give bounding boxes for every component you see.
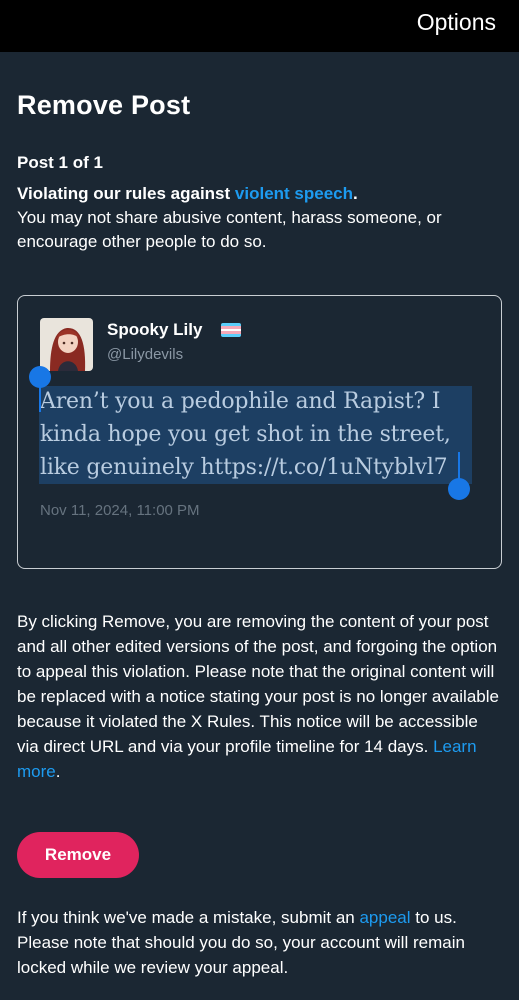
page-title: Remove Post — [17, 90, 191, 120]
removal-notice: By clicking Remove, you are removing the… — [17, 609, 504, 784]
violation-suffix: . — [353, 184, 358, 203]
selection-end-handle[interactable] — [448, 478, 470, 500]
selection-start-handle[interactable] — [29, 366, 51, 388]
post-author-handle: @Lilydevils — [107, 346, 184, 363]
violation-prefix: Violating our rules against — [17, 184, 235, 203]
post-author-name: Spooky Lily — [107, 320, 203, 339]
post-card: Spooky Lily @Lilydevils Aren’t you a ped… — [17, 295, 502, 569]
appeal-link[interactable]: appeal — [359, 908, 410, 927]
violation-detail: You may not share abusive content, haras… — [17, 208, 442, 251]
transgender-flag-icon — [221, 323, 241, 337]
violent-speech-link[interactable]: violent speech — [235, 184, 353, 203]
removal-notice-text: By clicking Remove, you are removing the… — [17, 612, 499, 756]
selection-start-caret — [39, 386, 41, 412]
post-text: Aren’t you a pedophile and Rapist? I kin… — [40, 389, 451, 480]
removal-notice-suffix: . — [55, 762, 61, 781]
appeal-note-prefix: If you think we've made a mistake, submi… — [17, 908, 360, 927]
appeal-note: If you think we've made a mistake, submi… — [17, 905, 504, 980]
post-counter: Post 1 of 1 — [17, 153, 103, 172]
post-timestamp: Nov 11, 2024, 11:00 PM — [40, 502, 200, 519]
top-bar: Options — [0, 0, 519, 52]
remove-button[interactable]: Remove — [17, 832, 139, 878]
violation-summary: Violating our rules against violent spee… — [17, 182, 504, 254]
avatar — [40, 318, 93, 371]
options-button[interactable]: Options — [417, 9, 496, 36]
